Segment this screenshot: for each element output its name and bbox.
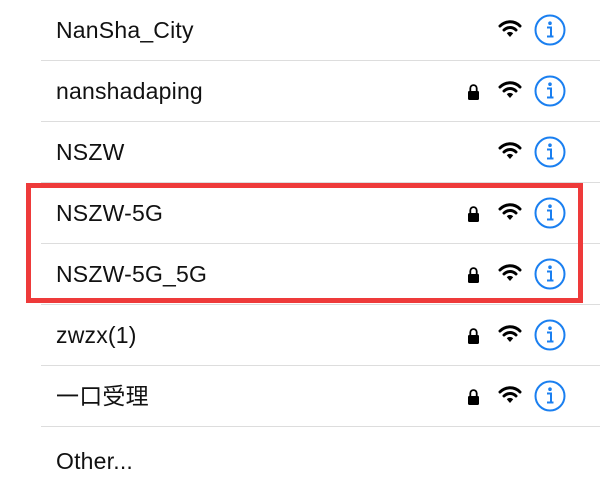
network-name: nanshadaping: [56, 78, 203, 104]
info-icon[interactable]: [534, 380, 566, 412]
lock-icon: [468, 267, 479, 283]
network-name: 一口受理: [56, 383, 149, 409]
network-row-nanshadaping[interactable]: nanshadaping: [0, 61, 600, 122]
other-network-row[interactable]: Other...: [0, 427, 600, 485]
network-row-nszw-5g-5g[interactable]: NSZW-5G_5G: [0, 244, 600, 305]
wifi-icon: [498, 325, 522, 342]
info-icon[interactable]: [534, 319, 566, 351]
network-row-yikoushouli[interactable]: 一口受理: [0, 366, 600, 427]
info-icon[interactable]: [534, 136, 566, 168]
lock-icon: [468, 389, 479, 405]
network-row-nszw-5g[interactable]: NSZW-5G: [0, 183, 600, 244]
wifi-icon: [498, 203, 522, 220]
wifi-icon: [498, 20, 522, 37]
lock-icon: [468, 206, 479, 222]
network-name: NanSha_City: [56, 17, 194, 43]
network-name: zwzx(1): [56, 322, 137, 348]
network-row-nansha-city[interactable]: NanSha_City: [0, 0, 600, 61]
wifi-icon: [498, 386, 522, 403]
network-name: NSZW-5G: [56, 200, 164, 226]
wifi-icon: [498, 81, 522, 98]
network-row-zwzx[interactable]: zwzx(1): [0, 305, 600, 366]
info-icon[interactable]: [534, 197, 566, 229]
info-icon[interactable]: [534, 75, 566, 107]
wifi-icon: [498, 264, 522, 281]
info-icon[interactable]: [534, 258, 566, 290]
network-name: NSZW: [56, 139, 125, 165]
wifi-icon: [498, 142, 522, 159]
network-name: NSZW-5G_5G: [56, 261, 208, 287]
wifi-network-list: NanSha_City nanshadaping NSZW NSZW-5G NS…: [0, 0, 600, 485]
lock-icon: [468, 84, 479, 100]
lock-icon: [468, 328, 479, 344]
info-icon[interactable]: [534, 14, 566, 46]
network-row-nszw[interactable]: NSZW: [0, 122, 600, 183]
